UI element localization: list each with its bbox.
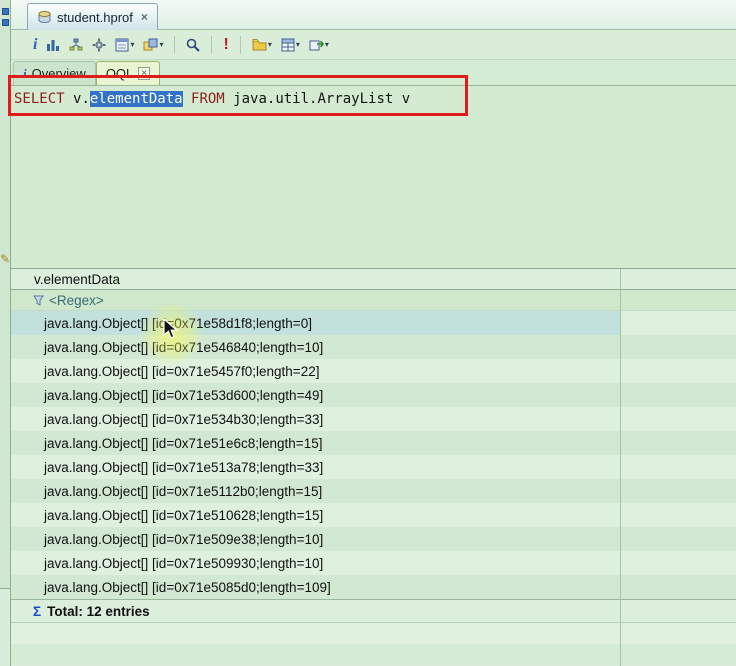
cell-text: java.lang.Object[] [id=0x71e5457f0;lengt…: [44, 363, 320, 379]
dominator-tree-icon[interactable]: [67, 34, 85, 56]
oql-query-editor[interactable]: SELECT v.elementData FROM java.util.Arra…: [11, 86, 736, 268]
report-dropdown[interactable]: ▾: [113, 34, 136, 56]
table-view-dropdown[interactable]: ▾: [279, 34, 302, 56]
mat-heap-analyzer-window: ✎ student.hprof × i ▾ ▾ ! ▾ ▾ ▾ i Overvi…: [0, 0, 736, 666]
oql-results-table: v.elementData <Regex> java.lang.Object[]…: [11, 268, 736, 666]
regex-filter-icon: [33, 295, 44, 306]
cell-text: java.lang.Object[] [id=0x71e509930;lengt…: [44, 555, 324, 571]
toolbar-separator: [211, 35, 213, 54]
tab-overview[interactable]: i Overview: [13, 61, 96, 85]
oql-query-line[interactable]: SELECT v.elementData FROM java.util.Arra…: [11, 86, 736, 109]
oql-keyword-from: FROM: [182, 91, 234, 107]
cell-text: java.lang.Object[] [id=0x71e534b30;lengt…: [44, 411, 324, 427]
table-row[interactable]: java.lang.Object[] [id=0x71e5457f0;lengt…: [11, 359, 736, 383]
gear-icon[interactable]: [90, 34, 108, 56]
chevron-down-icon: ▾: [295, 40, 300, 49]
sigma-icon: Σ: [33, 603, 42, 619]
tab-oql[interactable]: OQL ×: [95, 61, 161, 85]
toolbar-separator: [239, 35, 241, 54]
close-icon[interactable]: ×: [138, 67, 151, 80]
leak-report-icon[interactable]: !: [221, 34, 230, 56]
table-row[interactable]: java.lang.Object[] [id=0x71e513a78;lengt…: [11, 455, 736, 479]
cell-text: java.lang.Object[] [id=0x71e5085d0;lengt…: [44, 579, 331, 595]
chevron-down-icon: ▾: [267, 40, 272, 49]
total-row: Σ Total: 12 entries: [11, 599, 736, 623]
table-row[interactable]: java.lang.Object[] [id=0x71e5112b0;lengt…: [11, 479, 736, 503]
cell-text: java.lang.Object[] [id=0x71e546840;lengt…: [44, 339, 324, 355]
toolbar-separator: [174, 35, 176, 54]
cell-text: java.lang.Object[] [id=0x71e509e38;lengt…: [44, 531, 324, 547]
regex-filter-row[interactable]: <Regex>: [11, 290, 736, 311]
oql-selected-token: elementData: [89, 91, 183, 107]
table-row[interactable]: java.lang.Object[] [id=0x71e534b30;lengt…: [11, 407, 736, 431]
regex-filter-label: <Regex>: [49, 292, 104, 308]
oql-receiver: v.: [73, 91, 90, 107]
collapsed-view-icon[interactable]: [2, 8, 9, 15]
collapsed-bottom-panel: [0, 588, 11, 666]
table-body: java.lang.Object[] [id=0x71e58d1f8;lengt…: [11, 311, 736, 599]
oql-class-name: java.util.ArrayList v: [233, 91, 411, 107]
table-row[interactable]: java.lang.Object[] [id=0x71e5085d0;lengt…: [11, 575, 736, 599]
table-row[interactable]: java.lang.Object[] [id=0x71e509930;lengt…: [11, 551, 736, 575]
result-pane-tab-bar: i Overview OQL ×: [11, 60, 736, 86]
column-divider[interactable]: [620, 269, 621, 666]
table-row[interactable]: java.lang.Object[] [id=0x71e510628;lengt…: [11, 503, 736, 527]
close-icon[interactable]: ×: [141, 10, 148, 24]
heap-editor-toolbar: i ▾ ▾ ! ▾ ▾ ▾: [11, 30, 736, 60]
table-row[interactable]: java.lang.Object[] [id=0x71e53d600;lengt…: [11, 383, 736, 407]
cell-text: java.lang.Object[] [id=0x71e510628;lengt…: [44, 507, 324, 523]
tab-oql-label: OQL: [105, 66, 134, 81]
table-row[interactable]: java.lang.Object[] [id=0x71e58d1f8;lengt…: [11, 311, 736, 335]
chevron-down-icon: ▾: [130, 40, 135, 49]
editor-tab-title: student.hprof: [57, 9, 133, 25]
column-header-elementdata[interactable]: v.elementData: [11, 272, 620, 287]
tab-overview-label: Overview: [31, 66, 86, 81]
pencil-icon[interactable]: ✎: [0, 252, 10, 266]
table-row[interactable]: java.lang.Object[] [id=0x71e509e38;lengt…: [11, 527, 736, 551]
cell-text: java.lang.Object[] [id=0x71e513a78;lengt…: [44, 459, 324, 475]
empty-row: [11, 644, 736, 665]
oql-keyword-select: SELECT: [14, 91, 74, 107]
cell-text: java.lang.Object[] [id=0x71e5112b0;lengt…: [44, 483, 323, 499]
total-label: Total: 12 entries: [47, 603, 150, 619]
query-browser-dropdown[interactable]: ▾: [141, 34, 165, 56]
histogram-icon[interactable]: [44, 34, 62, 56]
editor-tab-student-hprof[interactable]: student.hprof ×: [27, 3, 158, 30]
folder-dropdown[interactable]: ▾: [250, 34, 274, 56]
cell-text: java.lang.Object[] [id=0x71e51e6c8;lengt…: [44, 435, 323, 451]
empty-row: [11, 623, 736, 644]
collapsed-view-icon[interactable]: [2, 19, 9, 26]
cell-text: java.lang.Object[] [id=0x71e53d600;lengt…: [44, 387, 324, 403]
left-panel-strip: ✎: [0, 0, 11, 666]
table-row[interactable]: java.lang.Object[] [id=0x71e546840;lengt…: [11, 335, 736, 359]
table-row[interactable]: java.lang.Object[] [id=0x71e51e6c8;lengt…: [11, 431, 736, 455]
chevron-down-icon: ▾: [159, 40, 164, 49]
editor-area: student.hprof × i ▾ ▾ ! ▾ ▾ ▾ i Overview…: [11, 0, 736, 666]
info-icon[interactable]: i: [31, 34, 39, 56]
cell-text: java.lang.Object[] [id=0x71e58d1f8;lengt…: [44, 315, 312, 331]
export-dropdown[interactable]: ▾: [307, 34, 331, 56]
chevron-down-icon: ▾: [324, 40, 329, 49]
table-header-row: v.elementData: [11, 269, 736, 290]
info-icon: i: [23, 65, 27, 81]
search-icon[interactable]: [184, 34, 202, 56]
heap-dump-icon: [37, 10, 52, 25]
editor-tab-bar: student.hprof ×: [11, 0, 736, 30]
